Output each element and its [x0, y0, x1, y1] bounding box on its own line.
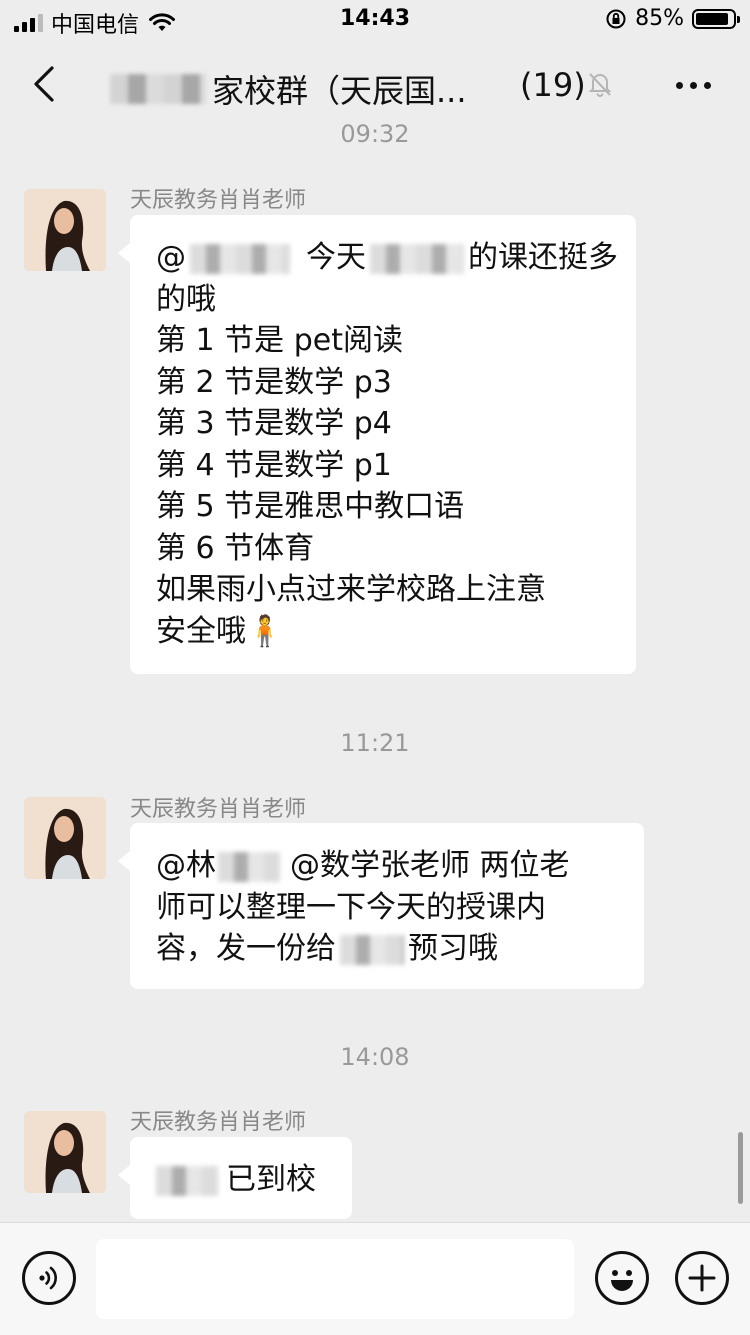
- bell-slash-icon: [588, 73, 612, 97]
- message-line: 第 5 节是雅思中教口语: [156, 489, 465, 524]
- emoji-icon[interactable]: [595, 1251, 649, 1305]
- chevron-left-icon[interactable]: [28, 62, 68, 106]
- chat-title[interactable]: 家校群（天辰国...: [110, 66, 467, 112]
- message-line: @ 今天 的课还挺多: [156, 237, 618, 279]
- avatar-image: [24, 189, 106, 271]
- message-timestamp: 09:32: [340, 120, 410, 148]
- sender-name: 天辰教务肖肖老师: [130, 1110, 307, 1135]
- message-bubble[interactable]: @ 今天 的课还挺多 的哦 第 1 节是 pet阅读 第 2 节是数学 p3 第 3…: [118, 215, 636, 674]
- mention-prefix: @林: [156, 848, 216, 883]
- plus-icon[interactable]: [675, 1251, 729, 1305]
- message-text: 预习哦: [408, 931, 498, 966]
- message-line: 如果雨小点过来学校路上注意: [156, 572, 546, 607]
- chat-title-text: 家校群（天辰国...: [212, 72, 467, 110]
- message-line: 已到校: [156, 1159, 328, 1201]
- message-timestamp: 11:21: [340, 729, 410, 757]
- battery-icon: [692, 8, 740, 29]
- avatar-image: [24, 797, 106, 879]
- message-line: 第 2 节是数学 p3: [156, 364, 392, 400]
- message-text: 容，发一份给: [156, 931, 336, 966]
- message-bubble[interactable]: 已到校: [118, 1137, 352, 1219]
- message-text: 已到校: [226, 1162, 316, 1197]
- message-line: 第 6 节体育: [156, 530, 315, 566]
- message-line: 的哦: [156, 281, 216, 317]
- message-text: 安全哦: [156, 613, 246, 649]
- redacted-name: [340, 934, 404, 965]
- message-text: 今天: [306, 240, 366, 275]
- redacted-name: [218, 851, 280, 882]
- mention-prefix: @: [156, 240, 186, 275]
- sender-name: 天辰教务肖肖老师: [130, 188, 307, 213]
- redacted-name: [190, 243, 290, 274]
- status-bar: 中国电信 14:43 85%: [0, 0, 750, 40]
- orientation-lock-icon: [606, 9, 626, 28]
- message-line: 第 1 节是 pet阅读: [156, 323, 403, 358]
- redacted-name: [156, 1165, 218, 1196]
- message-bubble[interactable]: @林 @数学张老师 两位老 师可以整理一下今天的授课内 容，发一份给 预习哦: [118, 823, 644, 989]
- avatar[interactable]: [24, 189, 106, 271]
- chat-header: 家校群（天辰国... (19): [0, 40, 750, 130]
- avatar[interactable]: [24, 797, 106, 879]
- message-timestamp: 14:08: [340, 1043, 410, 1071]
- message-line: 第 4 节是数学 p1: [156, 447, 392, 483]
- message-text: @数学张老师 两位老: [290, 848, 570, 883]
- scrollbar[interactable]: [738, 1132, 743, 1204]
- avatar-image: [24, 1111, 106, 1193]
- input-bar: [0, 1222, 750, 1335]
- redacted-name: [370, 243, 464, 274]
- avatar[interactable]: [24, 1111, 106, 1193]
- message-line: @林 @数学张老师 两位老: [156, 845, 620, 887]
- redacted-group-name: [110, 74, 206, 104]
- message-input[interactable]: [96, 1239, 574, 1319]
- person-emoji-icon: 🧍: [246, 613, 284, 649]
- battery-percent: 85%: [635, 6, 684, 31]
- message-line: 安全哦🧍: [156, 611, 612, 653]
- message-text: 的课还挺多: [468, 240, 618, 275]
- voice-icon[interactable]: [22, 1251, 76, 1305]
- sender-name: 天辰教务肖肖老师: [130, 797, 307, 822]
- member-count: (19): [520, 66, 586, 104]
- message-line: 容，发一份给 预习哦: [156, 928, 620, 970]
- more-dots-icon[interactable]: [676, 82, 711, 89]
- message-line: 师可以整理一下今天的授课内: [156, 889, 546, 925]
- message-line: 第 3 节是数学 p4: [156, 406, 392, 441]
